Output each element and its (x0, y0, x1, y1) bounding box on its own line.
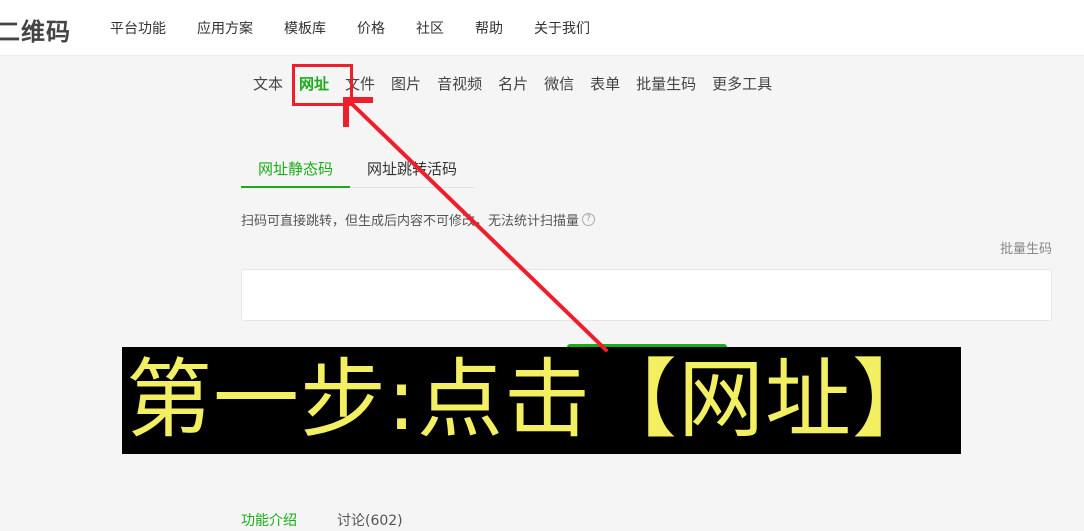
annotation-banner-text: 第一步:点击【网址】 (126, 350, 939, 450)
bottom-tabs: 功能介绍 讨论(602) (241, 510, 443, 530)
nav-item-solutions[interactable]: 应用方案 (197, 18, 253, 38)
question-circle-icon[interactable]: ? (582, 213, 596, 226)
url-subtabs: 网址静态码 网址跳转活码 (241, 150, 475, 188)
tab-business-card[interactable]: 名片 (498, 74, 528, 94)
site-logo[interactable]: 二维码 (0, 12, 71, 47)
top-header: 二维码 平台功能 应用方案 模板库 价格 社区 帮助 关于我们 (0, 0, 1084, 56)
url-input[interactable] (241, 269, 1052, 321)
tab-image[interactable]: 图片 (391, 74, 421, 94)
nav-item-pricing[interactable]: 价格 (357, 18, 385, 38)
top-nav: 平台功能 应用方案 模板库 价格 社区 帮助 关于我们 (110, 0, 621, 56)
nav-item-help[interactable]: 帮助 (475, 18, 503, 38)
tab-batch[interactable]: 批量生码 (636, 74, 696, 94)
description-label: 扫码可直接跳转，但生成后内容不可修改，无法统计扫描量 (241, 214, 580, 229)
nav-item-templates[interactable]: 模板库 (284, 18, 326, 38)
tab-audio-video[interactable]: 音视频 (437, 74, 482, 94)
subtab-dynamic-url[interactable]: 网址跳转活码 (350, 150, 474, 188)
tab-form[interactable]: 表单 (590, 74, 620, 94)
subtab-static-url[interactable]: 网址静态码 (241, 150, 351, 188)
annotation-banner: 第一步:点击【网址】 (122, 347, 961, 454)
nav-item-platform[interactable]: 平台功能 (110, 18, 166, 38)
tab-discussion[interactable]: 讨论(602) (337, 510, 403, 530)
nav-item-community[interactable]: 社区 (416, 18, 444, 38)
batch-generate-link[interactable]: 批量生码 (1000, 238, 1052, 257)
tab-wechat[interactable]: 微信 (544, 74, 574, 94)
tab-feature-intro[interactable]: 功能介绍 (241, 510, 297, 530)
tab-text[interactable]: 文本 (253, 74, 283, 94)
description-text: 扫码可直接跳转，但生成后内容不可修改，无法统计扫描量 ? (241, 210, 596, 229)
annotation-highlight-box (292, 64, 353, 106)
tab-more-tools[interactable]: 更多工具 (712, 74, 772, 94)
nav-item-about[interactable]: 关于我们 (534, 18, 590, 38)
